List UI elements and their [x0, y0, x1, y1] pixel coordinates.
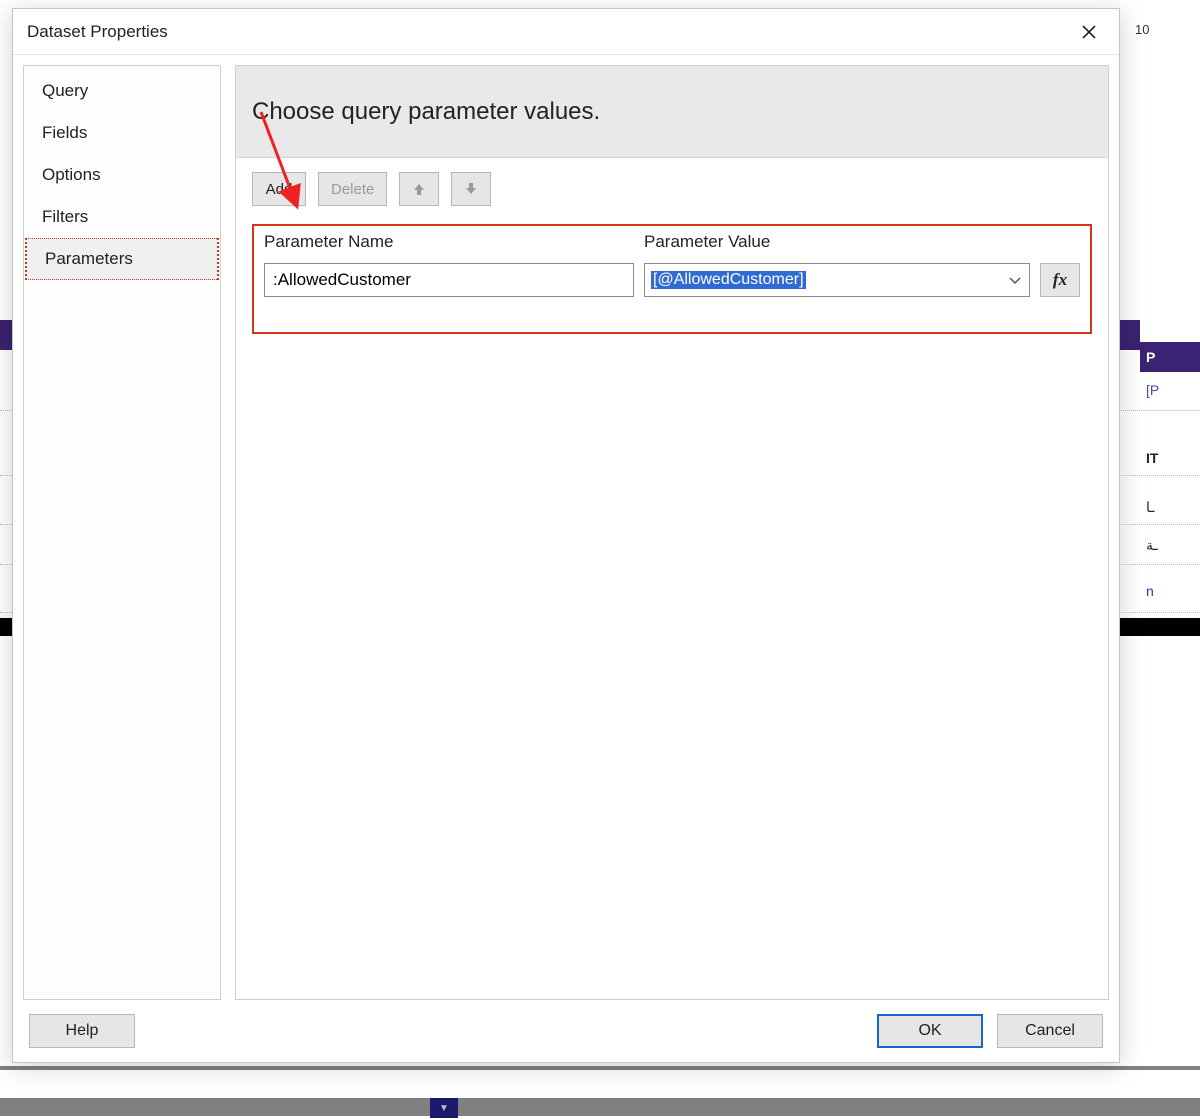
parameters-table: Parameter Name Parameter Value [@Allowed…: [252, 224, 1092, 334]
fx-button[interactable]: fx: [1040, 263, 1080, 297]
move-up-button[interactable]: [399, 172, 439, 206]
dataset-properties-dialog: Dataset Properties Query Fields Options …: [12, 8, 1120, 1063]
dropdown-icon: ▼: [430, 1098, 458, 1118]
bg-col-header: P: [1140, 342, 1200, 372]
close-icon: [1082, 25, 1096, 39]
arrow-up-icon: [412, 182, 426, 196]
parameter-value-select[interactable]: [@AllowedCustomer]: [644, 263, 1030, 297]
parameter-row: [@AllowedCustomer] fx: [254, 263, 1090, 307]
titlebar: Dataset Properties: [13, 9, 1119, 55]
add-button[interactable]: Add: [252, 172, 306, 206]
bg-cell: [P: [1140, 375, 1200, 405]
toolbar: Add Delete: [252, 172, 1092, 206]
content-pane: Choose query parameter values. Add Delet…: [235, 65, 1109, 1000]
move-down-button[interactable]: [451, 172, 491, 206]
dialog-title: Dataset Properties: [27, 22, 1069, 42]
nav-pane: Query Fields Options Filters Parameters: [23, 65, 221, 1000]
nav-item-query[interactable]: Query: [24, 70, 220, 112]
parameters-header: Parameter Name Parameter Value: [254, 226, 1090, 263]
bg-cell-a: ـا: [1140, 492, 1200, 522]
bg-right-number: 10: [1135, 22, 1149, 37]
column-parameter-value: Parameter Value: [644, 232, 1080, 252]
nav-item-fields[interactable]: Fields: [24, 112, 220, 154]
close-button[interactable]: [1069, 15, 1109, 49]
bg-col-header2: IT: [1140, 443, 1200, 473]
fx-icon: fx: [1053, 270, 1067, 290]
ok-button[interactable]: OK: [877, 1014, 983, 1048]
parameter-name-input[interactable]: [264, 263, 634, 297]
column-parameter-name: Parameter Name: [264, 232, 644, 252]
bg-cell-b: ـة: [1140, 530, 1200, 560]
nav-item-options[interactable]: Options: [24, 154, 220, 196]
dialog-footer: Help OK Cancel: [13, 1000, 1119, 1062]
nav-item-filters[interactable]: Filters: [24, 196, 220, 238]
arrow-down-icon: [464, 182, 478, 196]
bg-cell-c: n: [1140, 576, 1200, 606]
chevron-down-icon: [1009, 272, 1021, 288]
nav-item-parameters[interactable]: Parameters: [25, 238, 219, 280]
background-bottom-strip: ▼: [0, 1066, 1200, 1116]
delete-button[interactable]: Delete: [318, 172, 387, 206]
parameter-value-selected: [@AllowedCustomer]: [651, 271, 806, 289]
help-button[interactable]: Help: [29, 1014, 135, 1048]
content-heading: Choose query parameter values.: [236, 66, 1108, 158]
cancel-button[interactable]: Cancel: [997, 1014, 1103, 1048]
